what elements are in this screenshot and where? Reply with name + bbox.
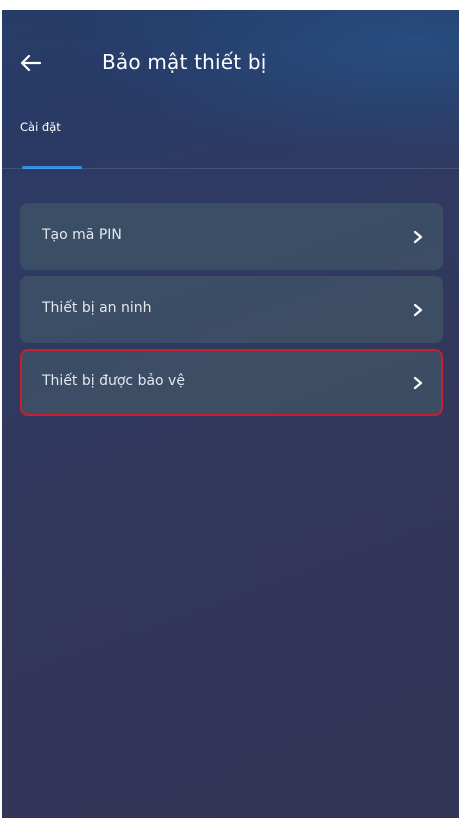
menu-item-label: Thiết bị được bảo vệ <box>42 373 185 389</box>
tab-divider <box>2 168 459 169</box>
tab-settings-label: Cài đặt <box>20 120 61 134</box>
tab-settings[interactable]: Cài đặt <box>20 120 84 170</box>
menu-item-protected-devices[interactable]: Thiết bị được bảo vệ <box>20 349 443 416</box>
chevron-right-icon <box>413 303 423 317</box>
page-title: Bảo mật thiết bị <box>102 50 267 74</box>
menu-item-label: Tạo mã PIN <box>42 227 122 243</box>
back-button[interactable] <box>16 48 46 78</box>
menu-item-label: Thiết bị an ninh <box>42 300 152 316</box>
screen: Bảo mật thiết bị Cài đặt Tạo mã PIN Thiế… <box>2 10 459 818</box>
chevron-right-icon <box>413 230 423 244</box>
app-header: Bảo mật thiết bị <box>2 10 459 114</box>
settings-menu: Tạo mã PIN Thiết bị an ninh Thiết bị đượ… <box>20 203 443 422</box>
menu-item-security-devices[interactable]: Thiết bị an ninh <box>20 276 443 343</box>
menu-item-create-pin[interactable]: Tạo mã PIN <box>20 203 443 270</box>
arrow-left-icon <box>20 54 42 72</box>
chevron-right-icon <box>413 376 423 390</box>
